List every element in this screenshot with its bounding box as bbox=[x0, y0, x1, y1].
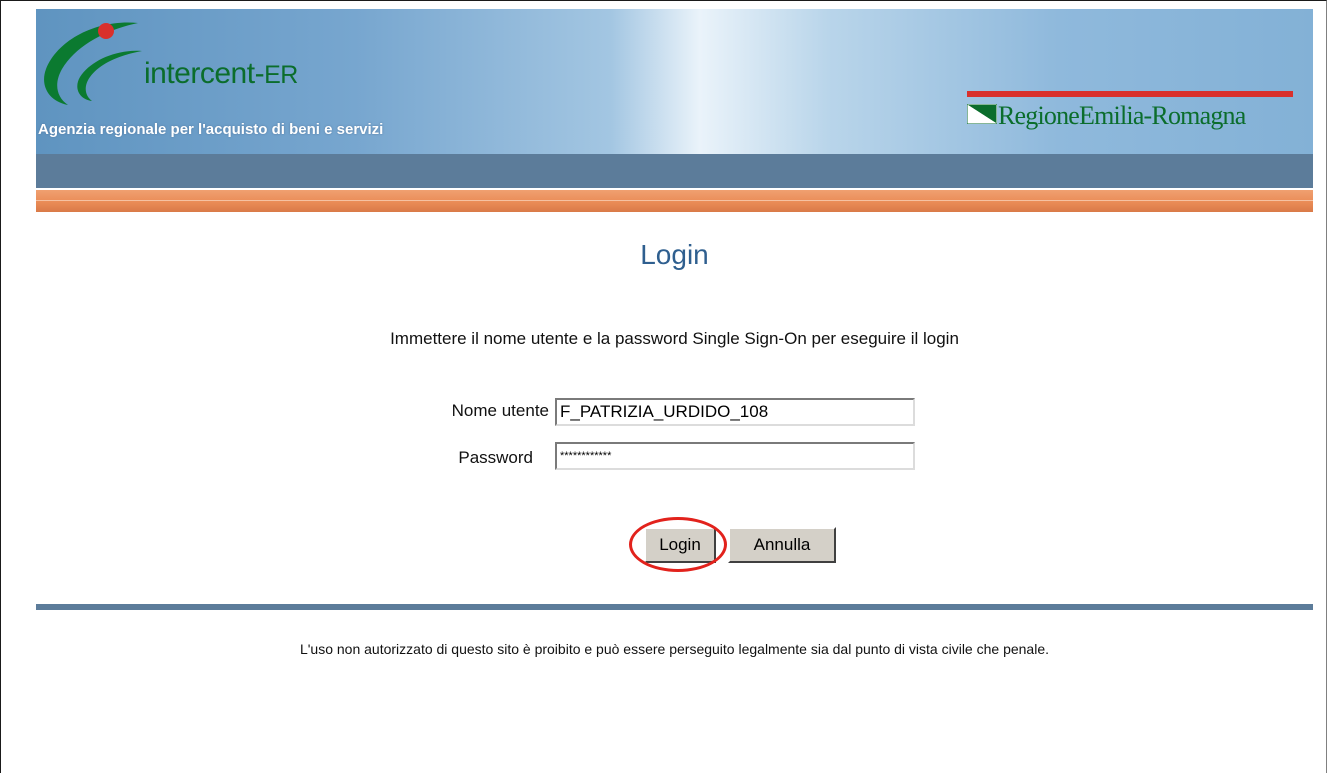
username-label: Nome utente bbox=[451, 401, 549, 420]
password-label: Password bbox=[458, 448, 533, 467]
login-instructions: Immettere il nome utente e la password S… bbox=[390, 329, 959, 348]
legal-disclaimer: L'uso non autorizzato di questo sito è p… bbox=[299, 641, 1050, 657]
accent-bar bbox=[36, 190, 1313, 212]
region-logo-bar bbox=[967, 91, 1293, 97]
intercent-er-swoosh-icon bbox=[44, 22, 142, 105]
page-title: Login bbox=[640, 239, 709, 270]
header-banner: intercent-ER Agenzia regionale per l'acq… bbox=[36, 9, 1313, 154]
region-name: RegioneEmilia-Romagna bbox=[998, 101, 1246, 130]
password-input[interactable] bbox=[555, 442, 915, 470]
username-input[interactable] bbox=[555, 398, 915, 426]
logo-name: intercent- bbox=[144, 57, 265, 90]
browser-frame: intercent-ER Agenzia regionale per l'acq… bbox=[0, 0, 1327, 773]
accent-bar-highlight bbox=[36, 200, 1313, 201]
logo-suffix: ER bbox=[264, 61, 298, 89]
login-button[interactable]: Login bbox=[644, 527, 716, 563]
agency-tagline: Agenzia regionale per l'acquisto di beni… bbox=[38, 121, 384, 138]
regione-emilia-romagna-logo: RegioneEmilia-Romagna bbox=[963, 91, 1293, 136]
nav-bar bbox=[36, 154, 1313, 188]
content-divider bbox=[36, 604, 1313, 610]
cancel-button[interactable]: Annulla bbox=[728, 527, 836, 563]
region-flag-icon bbox=[967, 104, 997, 124]
intercent-er-logo: intercent-ER bbox=[144, 57, 298, 91]
